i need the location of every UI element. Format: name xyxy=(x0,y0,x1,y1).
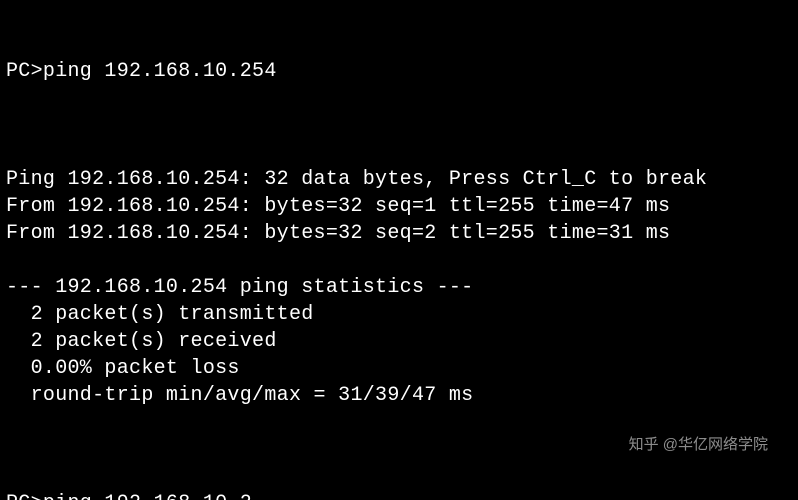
watermark-label: 知乎 @华亿网络学院 xyxy=(629,431,768,458)
output-block-1: Ping 192.168.10.254: 32 data bytes, Pres… xyxy=(6,139,792,436)
command-text: ping 192.168.10.2 xyxy=(43,492,252,500)
output-line: 2 packet(s) transmitted xyxy=(6,301,792,328)
command-text: ping 192.168.10.254 xyxy=(43,60,277,83)
prompt-prefix: PC> xyxy=(6,492,43,500)
prompt-line[interactable]: PC>ping 192.168.10.254 xyxy=(6,58,792,85)
output-line: Ping 192.168.10.254: 32 data bytes, Pres… xyxy=(6,166,792,193)
prompt-line[interactable]: PC>ping 192.168.10.2 xyxy=(6,490,792,500)
output-line: 0.00% packet loss xyxy=(6,355,792,382)
output-line: From 192.168.10.254: bytes=32 seq=2 ttl=… xyxy=(6,220,792,247)
output-line: 2 packet(s) received xyxy=(6,328,792,355)
output-line xyxy=(6,247,792,274)
output-line: --- 192.168.10.254 ping statistics --- xyxy=(6,274,792,301)
prompt-prefix: PC> xyxy=(6,60,43,83)
output-line: From 192.168.10.254: bytes=32 seq=1 ttl=… xyxy=(6,193,792,220)
terminal-window[interactable]: PC>ping 192.168.10.254 Ping 192.168.10.2… xyxy=(0,0,798,500)
output-line: round-trip min/avg/max = 31/39/47 ms xyxy=(6,382,792,409)
output-line xyxy=(6,139,792,166)
